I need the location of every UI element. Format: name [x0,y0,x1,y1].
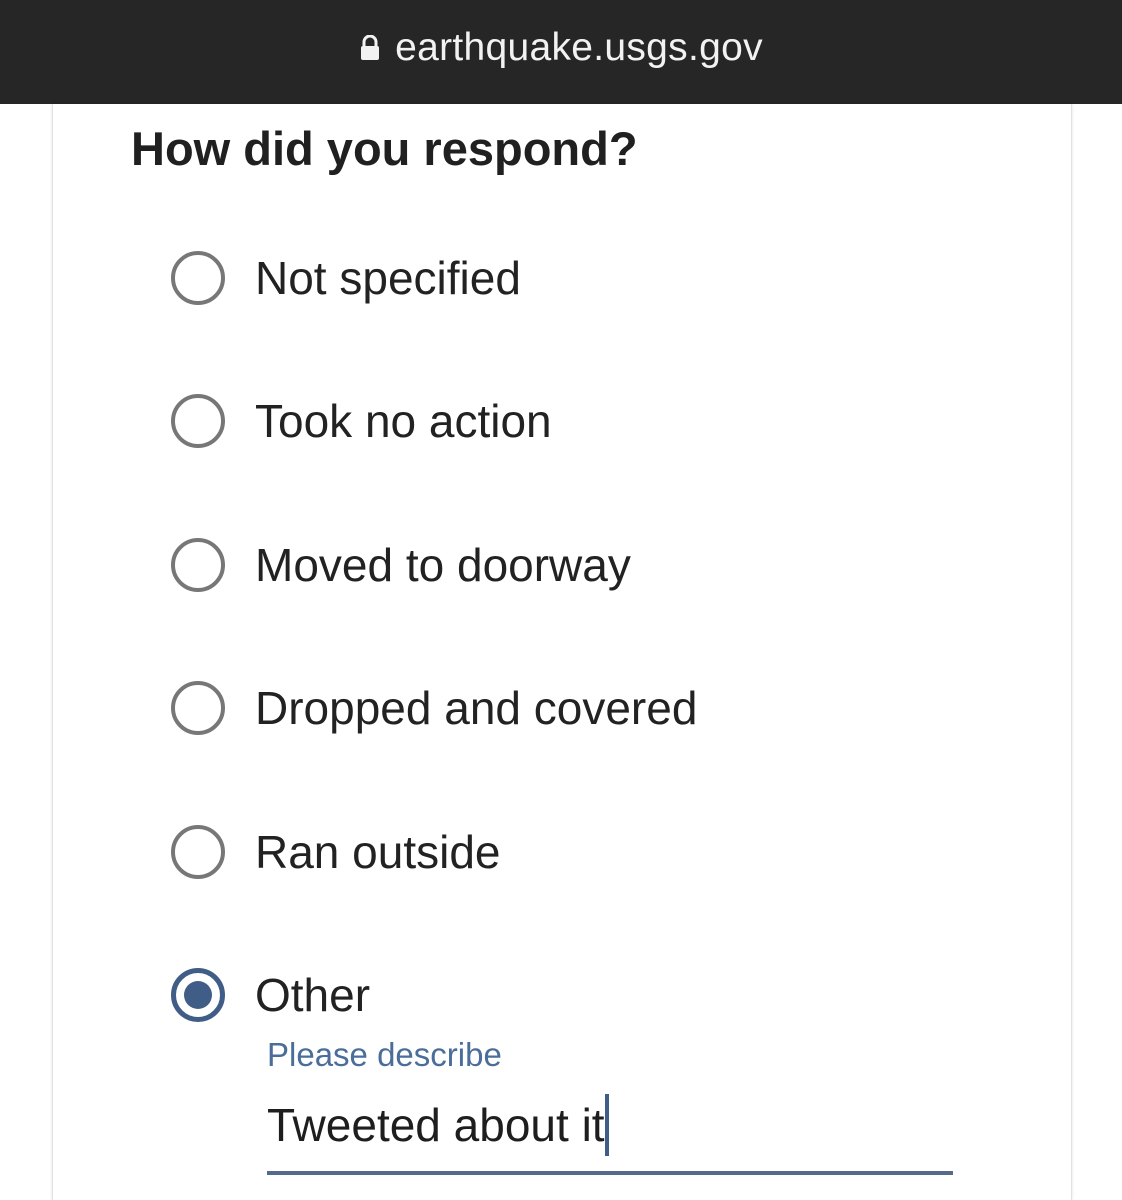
option-label: Ran outside [255,826,501,878]
option-label: Not specified [255,252,521,304]
option-label: Took no action [255,395,552,447]
radio-other-selected[interactable] [171,968,225,1022]
radio-moved-to-doorway[interactable] [171,538,225,592]
text-caret [604,1094,609,1156]
option-took-no-action[interactable]: Took no action [171,391,552,451]
option-label: Moved to doorway [255,539,631,591]
radio-ran-outside[interactable] [171,825,225,879]
option-other[interactable]: Other [171,965,370,1025]
option-not-specified[interactable]: Not specified [171,248,521,308]
option-ran-outside[interactable]: Ran outside [171,822,501,882]
option-label: Dropped and covered [255,682,698,734]
option-dropped-and-covered[interactable]: Dropped and covered [171,678,697,738]
describe-input-value-wrap[interactable]: Tweeted about it [267,1094,609,1156]
describe-input[interactable]: Tweeted about it [267,1089,953,1175]
radio-not-specified[interactable] [171,251,225,305]
lock-icon [359,35,381,61]
option-label: Other [255,969,371,1021]
radio-dropped-and-covered[interactable] [171,681,225,735]
url-text: earthquake.usgs.gov [395,26,763,69]
radio-took-no-action[interactable] [171,394,225,448]
survey-card: How did you respond? Not specified Took … [52,104,1072,1200]
describe-input-value[interactable]: Tweeted about it [267,1098,605,1152]
browser-address-bar[interactable]: earthquake.usgs.gov [0,0,1122,104]
url-display[interactable]: earthquake.usgs.gov [359,26,763,70]
describe-field-label: Please describe [267,1036,502,1073]
question-heading: How did you respond? [131,122,638,175]
option-moved-to-doorway[interactable]: Moved to doorway [171,535,631,595]
